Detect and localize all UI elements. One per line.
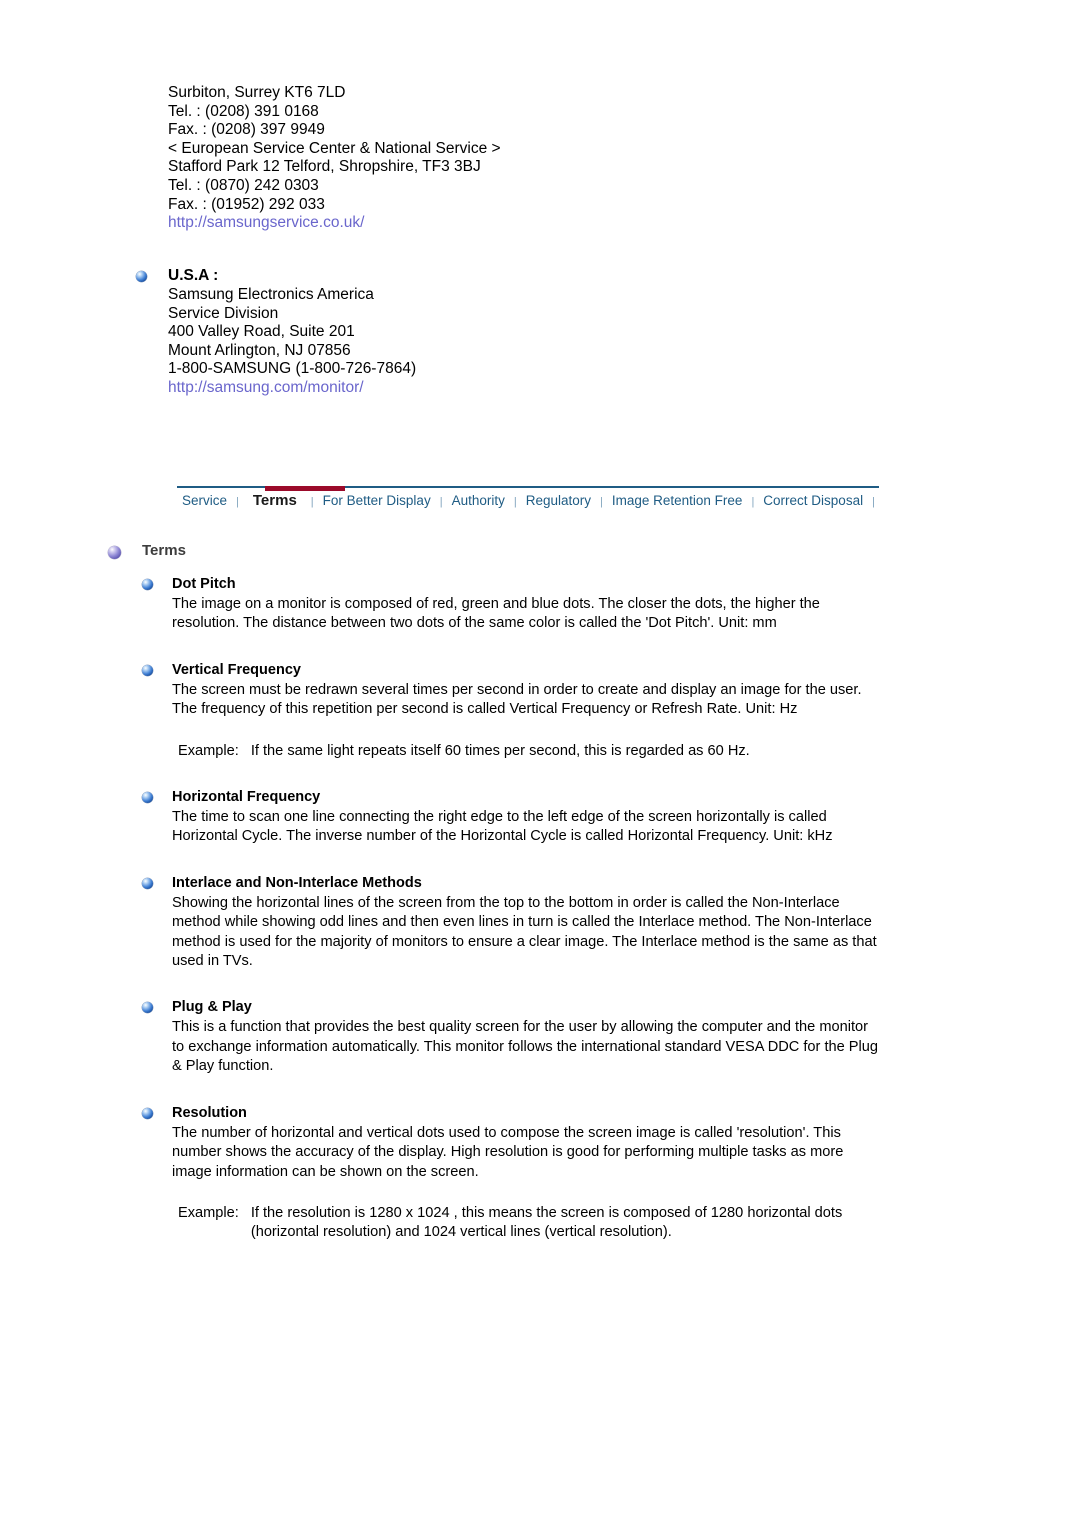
samsung-service-uk-link[interactable]: http://samsungservice.co.uk/ <box>168 214 364 233</box>
term-example-label: Example: <box>178 742 239 759</box>
tab-separator-icon: | <box>439 496 443 508</box>
term-example-label: Example: <box>178 1204 239 1221</box>
term-title: Dot Pitch <box>172 576 236 592</box>
address-line: Fax. : (01952) 292 033 <box>168 195 325 213</box>
address-line: Mount Arlington, NJ 07856 <box>168 341 351 359</box>
term-example-text: If the same light repeats itself 60 time… <box>250 742 750 759</box>
term-example: Example: If the resolution is 1280 x 102… <box>172 1204 888 1243</box>
tabbar-active-indicator <box>265 486 345 491</box>
term-entry-horizontal-frequency: Horizontal Frequency The time to scan on… <box>142 787 948 847</box>
sphere-bullet-icon <box>142 792 153 804</box>
tab-separator-icon: | <box>751 496 755 508</box>
tab-correct-disposal[interactable]: Correct Disposal <box>756 492 870 510</box>
samsung-monitor-link[interactable]: http://samsung.com/monitor/ <box>168 379 364 398</box>
address-line: Samsung Electronics America <box>168 286 374 303</box>
term-title: Plug & Play <box>172 999 252 1016</box>
sphere-bullet-icon <box>142 1002 153 1014</box>
term-example: Example: If the same light repeats itsel… <box>172 742 888 761</box>
sphere-bullet-icon <box>142 1107 153 1119</box>
terms-section: Terms Dot Pitch The image on a monitor i… <box>108 542 948 1269</box>
tab-separator-icon: | <box>236 496 239 508</box>
address-line: Tel. : (0208) 391 0168 <box>168 102 319 120</box>
term-entry-plug-and-play: Plug & Play This is a function that prov… <box>142 997 948 1076</box>
tab-separator-icon: | <box>600 496 603 508</box>
address-line: Surbiton, Surrey KT6 7LD <box>168 84 346 101</box>
sphere-bullet-icon <box>142 877 153 889</box>
contact-address-block: Surbiton, Surrey KT6 7LD Tel. : (0208) 3… <box>168 84 928 233</box>
tab-separator-icon: | <box>310 496 314 508</box>
term-title: Resolution <box>172 1104 247 1121</box>
region-block-usa: U.S.A : Samsung Electronics America Serv… <box>136 266 896 398</box>
address-line: 1-800-SAMSUNG (1-800-726-7864) <box>168 360 417 378</box>
tab-separator-icon: | <box>513 496 517 508</box>
address-line: Service Division <box>168 304 279 322</box>
term-body: The time to scan one line connecting the… <box>172 809 833 845</box>
address-line: Fax. : (0208) 397 9949 <box>168 121 325 139</box>
sphere-bullet-icon <box>142 579 153 590</box>
sphere-bullet-icon <box>108 546 121 559</box>
term-entry-resolution: Resolution The number of horizontal and … <box>142 1103 948 1243</box>
term-entry-interlace-methods: Interlace and Non-Interlace Methods Show… <box>142 873 948 972</box>
term-entry-vertical-frequency: Vertical Frequency The screen must be re… <box>142 660 948 761</box>
address-line: Stafford Park 12 Telford, Shropshire, TF… <box>168 158 481 176</box>
address-line: < European Service Center & National Ser… <box>168 139 501 157</box>
region-heading-label: U.S.A : <box>168 267 219 284</box>
sphere-bullet-icon <box>142 664 153 676</box>
tab-service[interactable]: Service <box>177 492 234 510</box>
tab-regulatory[interactable]: Regulatory <box>519 492 598 510</box>
address-line: Tel. : (0870) 242 0303 <box>168 176 319 194</box>
term-body: The image on a monitor is composed of re… <box>172 596 820 632</box>
tabbar-tab-list: Service | Terms | For Better Display | A… <box>177 492 877 510</box>
term-body: This is a function that provides the bes… <box>172 1019 879 1075</box>
region-address-lines: Samsung Electronics America Service Divi… <box>136 286 896 398</box>
term-title: Vertical Frequency <box>172 661 301 678</box>
tab-for-better-display[interactable]: For Better Display <box>316 492 438 510</box>
tab-terms[interactable]: Terms <box>241 492 309 510</box>
term-body: The number of horizontal and vertical do… <box>172 1124 844 1180</box>
term-title: Interlace and Non-Interlace Methods <box>172 874 422 891</box>
term-body: The screen must be redrawn several times… <box>172 681 862 718</box>
sphere-bullet-icon <box>136 271 147 282</box>
terms-title-row: Terms <box>108 542 948 564</box>
address-line: 400 Valley Road, Suite 201 <box>168 323 355 341</box>
term-body: Showing the horizontal lines of the scre… <box>172 894 877 970</box>
term-title: Horizontal Frequency <box>172 789 321 806</box>
tab-authority[interactable]: Authority <box>445 492 512 510</box>
term-entry-dot-pitch: Dot Pitch The image on a monitor is comp… <box>142 574 948 634</box>
page-title: Terms <box>142 542 186 559</box>
term-example-text: If the resolution is 1280 x 1024 , this … <box>250 1204 843 1241</box>
section-tabbar: Service | Terms | For Better Display | A… <box>177 486 879 516</box>
tab-separator-icon: | <box>872 496 875 508</box>
region-heading-row: U.S.A : <box>136 266 896 286</box>
tab-image-retention-free[interactable]: Image Retention Free <box>605 492 750 510</box>
manual-page: Surbiton, Surrey KT6 7LD Tel. : (0208) 3… <box>0 0 1080 1527</box>
terms-entry-list: Dot Pitch The image on a monitor is comp… <box>108 574 948 1243</box>
